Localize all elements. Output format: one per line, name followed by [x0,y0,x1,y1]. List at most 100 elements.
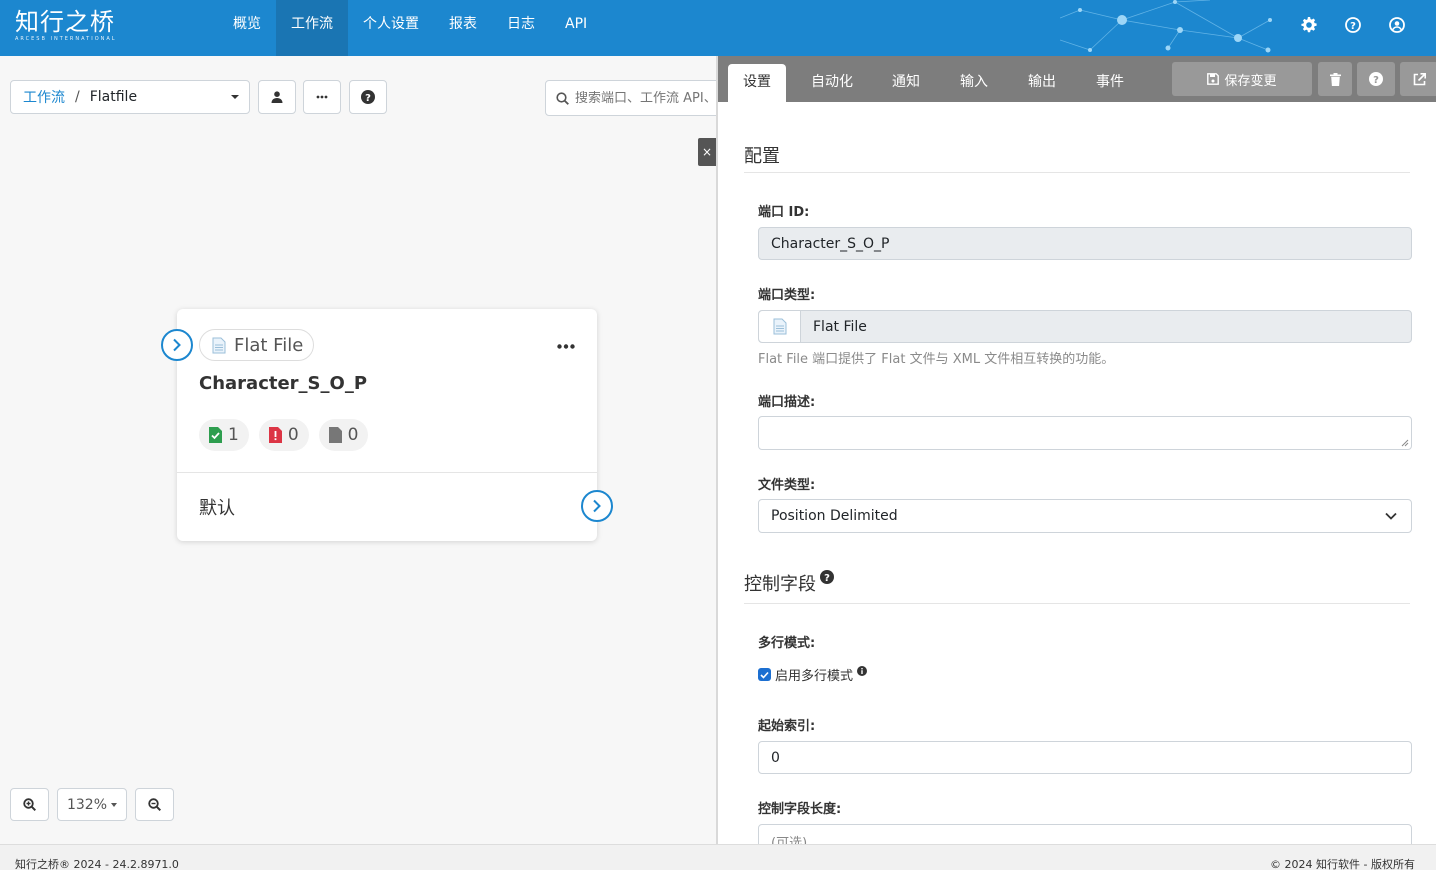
user-icon [271,91,283,103]
control-length-placeholder: (可选) [771,836,808,844]
file-type-value: Position Delimited [771,508,898,524]
tab-notifications[interactable]: 通知 [882,64,930,102]
breadcrumb-root-link[interactable]: 工作流 [23,87,65,107]
port-description-textarea[interactable] [758,416,1412,450]
chevron-right-icon [593,499,601,513]
footer-version: 知行之桥® 2024 - 24.2.8971.0 [15,858,179,870]
gear-icon[interactable] [1298,14,1320,36]
port-node-card[interactable]: Flat File Character_S_O_P 1 0 0 默认 [161,309,613,541]
file-check-icon [209,427,222,443]
start-index-value: 0 [771,749,780,766]
start-index-input[interactable]: 0 [758,741,1412,774]
panel-help-button[interactable]: ? [1357,62,1395,96]
footer: 知行之桥® 2024 - 24.2.8971.0 © 2024 知行软件 - 版… [0,844,1436,870]
tab-events[interactable]: 事件 [1086,64,1134,102]
tab-output[interactable]: 输出 [1018,64,1066,102]
svg-text:?: ? [824,573,830,584]
file-error-icon [268,427,282,443]
success-count: 1 [228,425,239,445]
search-input[interactable] [575,90,715,106]
help-button[interactable]: ? [349,80,387,114]
app-logo[interactable]: 知行之桥 ARCESB INTERNATIONAL [15,8,117,42]
close-panel-button[interactable]: × [698,138,716,166]
nav-item-profile[interactable]: 个人设置 [348,0,434,56]
ellipsis-icon [316,95,328,99]
port-description-label: 端口描述: [758,395,816,410]
tab-settings[interactable]: 设置 [728,64,786,102]
nav-item-api[interactable]: API [550,0,602,56]
question-circle-icon[interactable]: ? [820,570,834,584]
user-button[interactable] [258,80,296,114]
resize-handle-icon [1401,439,1409,447]
breadcrumb-separator: / [75,89,80,105]
zoom-level-dropdown[interactable]: 132% [57,788,127,821]
pending-count-badge[interactable]: 0 [318,419,369,451]
control-section-header: 控制字段 ? [744,570,834,596]
panel-tab-bar: 设置 自动化 通知 输入 输出 事件 保存变更 ? [718,56,1436,102]
main-nav: 概览 工作流 个人设置 报表 日志 API [218,0,602,56]
pending-count: 0 [347,425,359,445]
port-id-field[interactable]: Character_S_O_P [758,227,1412,260]
save-changes-button[interactable]: 保存变更 [1172,62,1312,96]
flat-file-icon [212,337,226,353]
save-changes-label: 保存变更 [1224,73,1277,89]
user-circle-icon[interactable] [1386,14,1408,36]
flat-file-icon [773,318,786,335]
multiline-checkbox-row[interactable]: 启用多行模式 [758,665,868,684]
search-icon [556,91,569,105]
zoom-in-button[interactable] [10,788,49,821]
input-connector[interactable] [161,329,193,361]
file-type-select[interactable]: Position Delimited [758,499,1412,533]
start-index-label: 起始索引: [758,719,816,734]
port-settings-panel: 设置 自动化 通知 输入 输出 事件 保存变更 ? 配置 端口 ID: Char… [716,56,1436,844]
logo-text: 知行之桥 [15,8,115,36]
zoom-in-icon [23,798,36,811]
tab-automation[interactable]: 自动化 [802,64,862,102]
control-length-input[interactable]: (可选) [758,824,1412,844]
section-divider [744,172,1410,173]
help-circle-icon[interactable]: ? [1342,14,1364,36]
file-type-label: 文件类型: [758,478,816,493]
more-options-button[interactable] [303,80,341,114]
zoom-level: 132% [66,796,108,813]
breadcrumb-select[interactable]: 工作流 / Flatfile [10,80,250,114]
port-type-badge: Flat File [199,329,315,361]
info-circle-icon[interactable] [857,665,868,676]
success-count-badge[interactable]: 1 [199,419,249,451]
nav-item-reports[interactable]: 报表 [434,0,492,56]
open-external-button[interactable] [1400,62,1436,96]
port-id-value: Character_S_O_P [771,235,890,252]
svg-text:?: ? [1350,21,1356,32]
node-menu-button[interactable] [557,337,575,353]
tab-input[interactable]: 输入 [950,64,998,102]
nav-item-overview[interactable]: 概览 [218,0,276,56]
default-output-label: 默认 [199,498,235,519]
search-box[interactable] [545,80,720,116]
caret-down-icon [231,95,239,99]
error-count-badge[interactable]: 0 [258,419,309,451]
port-status-counts: 1 0 0 [199,419,369,451]
ellipsis-icon [557,344,575,349]
output-connector[interactable] [581,490,613,522]
zoom-out-button[interactable] [135,788,174,821]
nav-item-logs[interactable]: 日志 [492,0,550,56]
top-navbar: 知行之桥 ARCESB INTERNATIONAL 概览 工作流 个人设置 报表… [0,0,1436,56]
svg-text:?: ? [1373,75,1379,86]
multiline-checkbox[interactable] [758,668,771,681]
trash-icon [1329,72,1341,86]
question-circle-icon: ? [361,90,375,104]
section-divider [744,603,1410,604]
check-icon [760,671,769,679]
top-icon-group: ? [1298,14,1408,36]
port-type-value: Flat File [813,318,867,335]
port-id-label: 端口 ID: [758,205,810,220]
node-divider [177,472,597,473]
workflow-canvas[interactable]: 工作流 / Flatfile ? × Flat File Character_S… [0,56,720,844]
delete-button[interactable] [1318,62,1352,96]
save-icon [1207,73,1220,85]
config-section-title: 配置 [744,146,780,167]
nav-item-workflow[interactable]: 工作流 [276,0,348,56]
file-icon [328,427,342,443]
chevron-right-icon [173,338,181,352]
error-count: 0 [287,425,299,445]
